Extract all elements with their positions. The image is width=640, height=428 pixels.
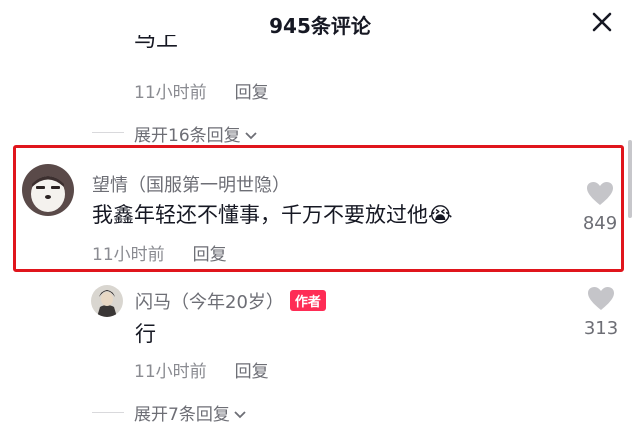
previous-comment-text: 马上 <box>134 35 179 51</box>
reply-text: 行 <box>135 322 156 346</box>
panda-avatar-icon <box>22 164 74 216</box>
comment-time: 11小时前 <box>134 362 207 382</box>
like-button[interactable]: 313 <box>576 286 626 339</box>
chevron-down-icon <box>234 411 246 419</box>
comments-count-title: 945条评论 <box>269 14 371 38</box>
avatar[interactable] <box>22 164 74 216</box>
author-badge: 作者 <box>289 290 326 311</box>
like-count: 849 <box>582 213 618 234</box>
comment-meta: 11小时前 回复 <box>92 240 227 265</box>
reply-username: 闪马（今年20岁） 作者 <box>135 288 326 314</box>
comment-meta: 11小时前 回复 <box>134 357 269 382</box>
like-button[interactable]: 849 <box>575 181 625 234</box>
expand-replies-button[interactable]: 展开7条回复 <box>134 400 247 425</box>
close-button[interactable] <box>588 8 616 36</box>
reply-button[interactable]: 回复 <box>235 83 269 103</box>
author-avatar-icon <box>91 285 123 317</box>
divider <box>92 132 124 133</box>
reply-button[interactable]: 回复 <box>235 362 269 382</box>
expand-replies-button[interactable]: 展开16条回复 <box>134 121 258 146</box>
reply-button[interactable]: 回复 <box>193 245 227 265</box>
heart-icon <box>588 287 614 310</box>
expand-replies-label: 展开7条回复 <box>134 405 230 425</box>
avatar[interactable] <box>91 285 123 317</box>
like-count: 313 <box>583 318 619 339</box>
comment-text: 我鑫年轻还不懂事，千万不要放过他😭 <box>92 203 453 227</box>
chevron-down-icon <box>245 132 257 140</box>
scrollbar[interactable] <box>628 140 632 218</box>
heart-icon <box>587 182 613 205</box>
comment-meta: 11小时前 回复 <box>134 78 269 103</box>
expand-replies-label: 展开16条回复 <box>134 126 241 146</box>
close-icon <box>592 12 612 32</box>
comment-username[interactable]: 望情（国服第一明世隐） <box>92 171 290 197</box>
divider <box>92 412 124 413</box>
comment-time: 11小时前 <box>134 83 207 103</box>
reply-username-text[interactable]: 闪马（今年20岁） <box>135 292 284 313</box>
comment-time: 11小时前 <box>92 245 165 265</box>
